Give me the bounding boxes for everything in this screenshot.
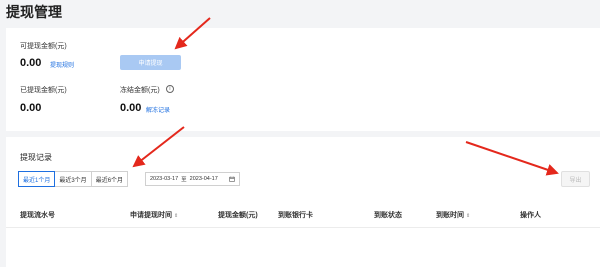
annotation-arrows: [132, 17, 559, 176]
period-1-month[interactable]: 最近1个月: [18, 171, 56, 187]
arrow-to-apply-button: [174, 17, 211, 50]
arrow-to-export-button: [465, 141, 559, 176]
arrow-to-period-selector: [132, 126, 185, 168]
